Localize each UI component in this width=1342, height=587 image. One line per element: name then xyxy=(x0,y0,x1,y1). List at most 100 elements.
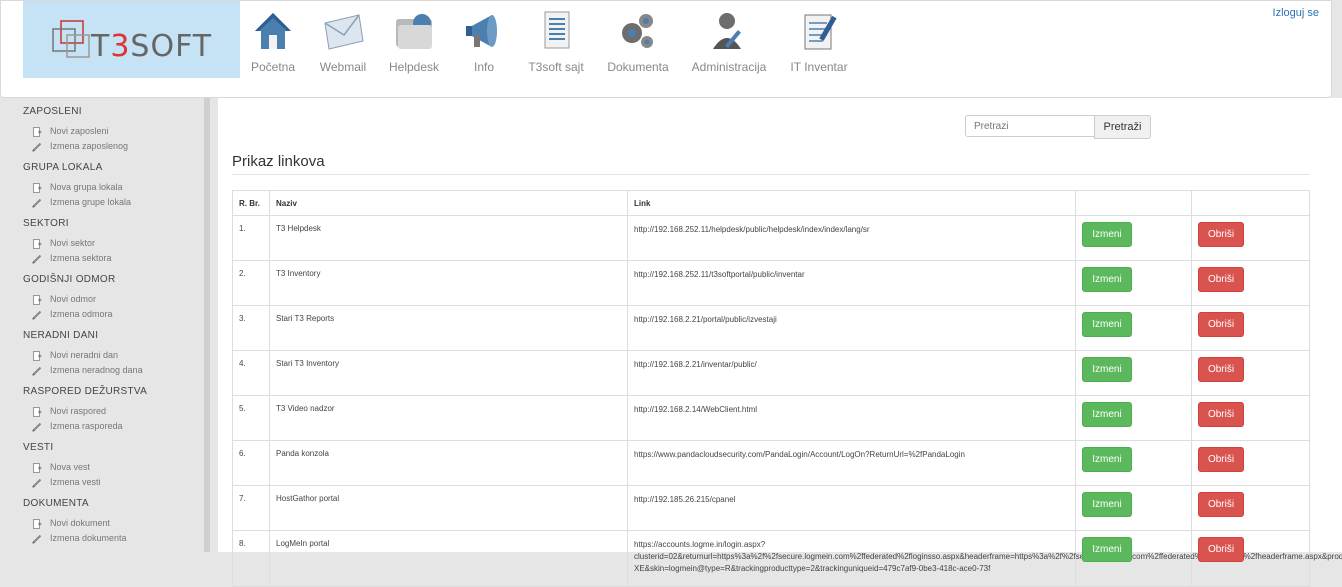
row-edit-cell: Izmeni xyxy=(1075,530,1192,587)
logout-link[interactable]: Izloguj se xyxy=(1273,7,1319,19)
row-link-line: http://192.168.252.11/t3softportal/publi… xyxy=(634,270,805,279)
sidebar-section: GODIŠNJI ODMOR Novi odmor Izmena odmora xyxy=(10,274,200,322)
row-number: 3. xyxy=(232,305,270,351)
sidebar-section-title: RASPORED DEŽURSTVA xyxy=(23,386,148,397)
nav-it-inventar[interactable]: IT Inventar xyxy=(789,9,849,74)
table-row: 7. HostGathor portal http://192.185.26.215… xyxy=(232,485,1310,531)
edit-button[interactable]: Izmeni xyxy=(1082,222,1132,247)
row-edit-cell: Izmeni xyxy=(1075,350,1192,396)
nav-pocetna[interactable]: Početna xyxy=(249,9,297,74)
nav-helpdesk[interactable]: Helpdesk xyxy=(387,9,441,74)
delete-button[interactable]: Obriši xyxy=(1198,447,1244,472)
sidebar-item[interactable]: Novi dokument xyxy=(10,516,200,531)
sidebar-item[interactable]: Izmena neradnog dana xyxy=(10,363,200,378)
sidebar-item[interactable]: Izmena rasporeda xyxy=(10,419,200,434)
edit-button[interactable]: Izmeni xyxy=(1082,402,1132,427)
sidebar-item[interactable]: Nova grupa lokala xyxy=(10,180,200,195)
pencil-icon xyxy=(32,198,42,208)
nav-label: IT Inventar xyxy=(790,60,848,74)
delete-button[interactable]: Obriši xyxy=(1198,222,1244,247)
pencil-icon xyxy=(32,366,42,376)
sidebar-item-label: Novi zaposleni xyxy=(50,126,109,136)
row-name: T3 Inventory xyxy=(269,260,628,306)
logo-text: T3SOFT xyxy=(91,29,213,64)
sidebar-item[interactable]: Novi sektor xyxy=(10,236,200,251)
sidebar-item[interactable]: Novi neradni dan xyxy=(10,348,200,363)
sidebar-item[interactable]: Novi raspored xyxy=(10,404,200,419)
sidebar-item[interactable]: Novi odmor xyxy=(10,292,200,307)
sidebar-section-title: ZAPOSLENI xyxy=(23,106,82,117)
main-content: Pretraži Prikaz linkova R. Br. Naziv Lin… xyxy=(218,98,1342,587)
delete-button[interactable]: Obriši xyxy=(1198,492,1244,517)
table-row: 8. LogMeIn portal https://accounts.logme.i… xyxy=(232,530,1342,587)
title-divider xyxy=(232,174,1310,175)
new-doc-icon xyxy=(33,463,42,473)
delete-button[interactable]: Obriši xyxy=(1198,357,1244,382)
new-doc-icon xyxy=(33,239,42,249)
search-button[interactable]: Pretraži xyxy=(1094,115,1151,139)
row-delete-cell: Obriši xyxy=(1191,215,1310,261)
sidebar-section: VESTI Nova vest Izmena vesti xyxy=(10,442,200,490)
sidebar-item[interactable]: Izmena grupe lokala xyxy=(10,195,200,210)
column-header-name: Naziv xyxy=(269,190,628,216)
row-link-line: clusterid=02&returnurl=https%3a%2f%2fsec… xyxy=(634,552,1342,561)
delete-button[interactable]: Obriši xyxy=(1198,267,1244,292)
row-link-line: http://192.168.2.21/inventar/public/ xyxy=(634,360,757,369)
row-edit-cell: Izmeni xyxy=(1075,485,1192,531)
new-doc-icon xyxy=(33,519,42,529)
row-link-line: http://192.168.2.21/portal/public/izvest… xyxy=(634,315,777,324)
nav-t3soft-sajt[interactable]: T3soft sajt xyxy=(527,9,585,74)
sidebar-item[interactable]: Izmena odmora xyxy=(10,307,200,322)
pencil-icon xyxy=(32,534,42,544)
sidebar-section-title: GRUPA LOKALA xyxy=(23,162,103,173)
delete-button[interactable]: Obriši xyxy=(1198,537,1244,562)
row-link: https://accounts.logme.in/login.aspx? clu… xyxy=(627,530,1342,587)
sidebar-section: RASPORED DEŽURSTVA Novi raspored Izmena ra… xyxy=(10,386,200,434)
row-link-line: http://192.185.26.215/cpanel xyxy=(634,495,736,504)
row-link: http://192.168.2.14/WebClient.html xyxy=(627,395,1076,441)
logo[interactable]: T3SOFT xyxy=(23,1,240,78)
pencil-icon xyxy=(32,142,42,152)
page-title: Prikaz linkova xyxy=(232,153,325,170)
sidebar-item-label: Izmena rasporeda xyxy=(50,421,123,431)
nav-info[interactable]: Info xyxy=(461,9,507,74)
nav-administracija[interactable]: Administracija xyxy=(691,9,767,74)
search-input[interactable] xyxy=(965,115,1095,137)
nav-label: Početna xyxy=(250,60,296,74)
sidebar-item[interactable]: Izmena sektora xyxy=(10,251,200,266)
table-row: 3. Stari T3 Reports http://192.168.2.21/po… xyxy=(232,305,1310,351)
edit-button[interactable]: Izmeni xyxy=(1082,312,1132,337)
sidebar-item[interactable]: Izmena zaposlenog xyxy=(10,139,200,154)
edit-button[interactable]: Izmeni xyxy=(1082,537,1132,562)
nav-label: Webmail xyxy=(319,60,367,74)
sidebar-section-title: SEKTORI xyxy=(23,218,69,229)
row-name: T3 Helpdesk xyxy=(269,215,628,261)
delete-button[interactable]: Obriši xyxy=(1198,402,1244,427)
sidebar-item-label: Novi raspored xyxy=(50,406,107,416)
sidebar-item[interactable]: Novi zaposleni xyxy=(10,124,200,139)
edit-button[interactable]: Izmeni xyxy=(1082,492,1132,517)
row-link-line: http://192.168.2.14/WebClient.html xyxy=(634,405,758,414)
sidebar-item-label: Izmena dokumenta xyxy=(50,533,127,543)
sidebar-item[interactable]: Izmena vesti xyxy=(10,475,200,490)
edit-button[interactable]: Izmeni xyxy=(1082,357,1132,382)
row-link-line: https://accounts.logme.in/login.aspx? xyxy=(634,540,766,549)
logo-squares-icon xyxy=(52,20,90,58)
nav-label: Administracija xyxy=(691,60,767,74)
sidebar-item[interactable]: Nova vest xyxy=(10,460,200,475)
sidebar-item[interactable]: Izmena dokumenta xyxy=(10,531,200,546)
edit-button[interactable]: Izmeni xyxy=(1082,447,1132,472)
row-delete-cell: Obriši xyxy=(1191,530,1310,587)
row-number: 6. xyxy=(232,440,270,486)
nav-dokumenta[interactable]: Dokumenta xyxy=(605,9,671,74)
delete-button[interactable]: Obriši xyxy=(1198,312,1244,337)
nav-label: Helpdesk xyxy=(388,60,440,74)
nav-webmail[interactable]: Webmail xyxy=(317,9,369,74)
notepad-pencil-icon xyxy=(804,14,837,50)
row-name: HostGathor portal xyxy=(269,485,628,531)
row-link-line: http://192.168.252.11/helpdesk/public/he… xyxy=(634,225,870,234)
top-header: T3SOFT Početna Webmail Helpdesk Info T3s… xyxy=(0,0,1332,98)
edit-button[interactable]: Izmeni xyxy=(1082,267,1132,292)
row-name: Stari T3 Reports xyxy=(269,305,628,351)
new-doc-icon xyxy=(33,351,42,361)
